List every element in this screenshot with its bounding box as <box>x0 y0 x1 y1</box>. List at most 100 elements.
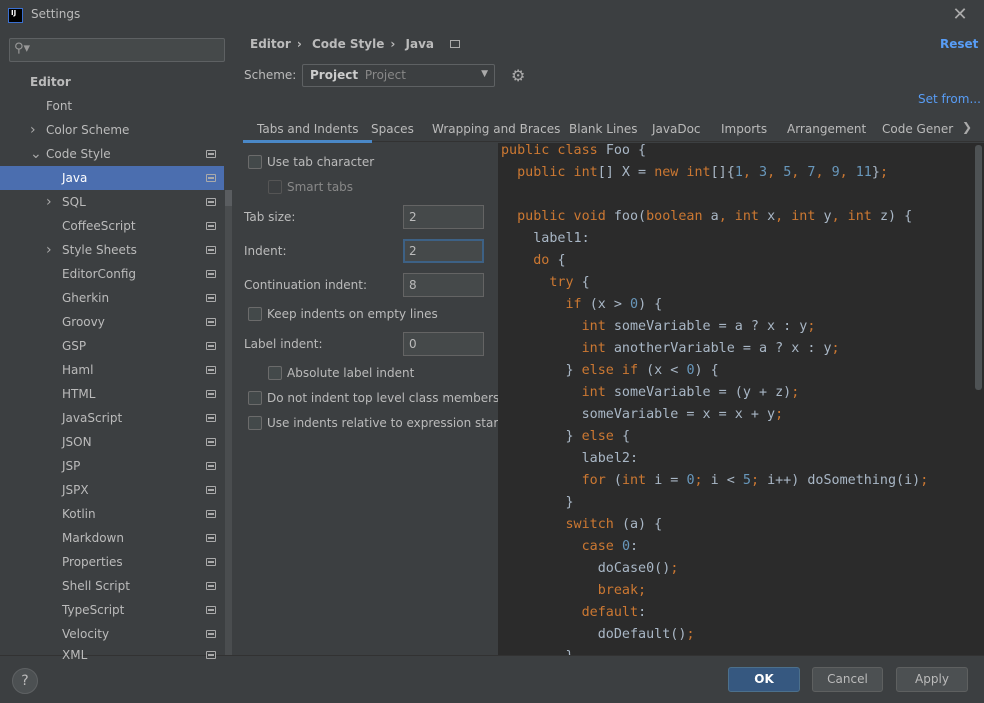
sidebar-item-json[interactable]: JSON <box>0 430 224 454</box>
code-token-number: 9 <box>831 165 840 180</box>
sidebar-scroll-thumb[interactable] <box>225 190 232 206</box>
code-token-number: 0 <box>686 473 695 488</box>
tab-javadoc[interactable]: JavaDoc <box>652 122 701 136</box>
sidebar-item-style-sheets[interactable]: › Style Sheets <box>0 238 224 262</box>
sidebar-item-label: Haml <box>62 363 94 377</box>
sidebar-item-javascript[interactable]: JavaScript <box>0 406 224 430</box>
label-indent-input[interactable]: 0 <box>403 332 484 356</box>
gear-icon[interactable]: ⚙ <box>511 66 525 85</box>
tab-blank-lines[interactable]: Blank Lines <box>569 122 638 136</box>
sidebar-item-code-style[interactable]: ⌄ Code Style <box>0 142 224 166</box>
ok-button[interactable]: OK <box>728 667 800 692</box>
scheme-dropdown[interactable]: Project Project ▼ <box>302 64 495 87</box>
chevron-down-icon[interactable]: ❯ <box>962 120 972 134</box>
project-scheme-icon <box>206 510 216 518</box>
no-indent-top-level-checkbox[interactable] <box>248 391 262 405</box>
tab-tabs-and-indents[interactable]: Tabs and Indents <box>242 122 374 143</box>
project-scheme-icon <box>206 534 216 542</box>
sidebar-item-java[interactable]: Java <box>0 166 224 190</box>
code-token-text: [] X = <box>597 165 655 180</box>
use-tab-character-checkbox[interactable] <box>248 155 262 169</box>
code-token-text: { <box>581 275 590 290</box>
sidebar-item-label: JSON <box>62 435 92 449</box>
search-input[interactable]: ⚲▾ <box>9 38 225 62</box>
breadcrumb-code-style[interactable]: Code Style <box>312 37 384 51</box>
apply-button[interactable]: Apply <box>896 667 968 692</box>
sidebar-item-editor[interactable]: Editor <box>0 70 224 94</box>
indent-input[interactable]: 2 <box>403 239 484 263</box>
code-line: label2: <box>501 451 638 473</box>
code-line: public class Foo { <box>501 143 646 165</box>
sidebar-item-kotlin[interactable]: Kotlin <box>0 502 224 526</box>
keep-indents-checkbox[interactable] <box>248 307 262 321</box>
sidebar-item-sql[interactable]: › SQL <box>0 190 224 214</box>
sidebar-item-gsp[interactable]: GSP <box>0 334 224 358</box>
tab-arrangement[interactable]: Arrangement <box>787 122 866 136</box>
sidebar-item-typescript[interactable]: TypeScript <box>0 598 224 622</box>
sidebar-item-shell-script[interactable]: Shell Script <box>0 574 224 598</box>
breadcrumb: Editor › Code Style › Java <box>250 37 466 51</box>
chevron-down-icon[interactable]: ⌄ <box>30 142 42 166</box>
code-token-text: i++) doSomething(i) <box>767 473 921 488</box>
chevron-right-icon[interactable]: › <box>30 118 36 142</box>
tab-wrapping-and-braces[interactable]: Wrapping and Braces <box>432 122 560 136</box>
tab-size-label: Tab size: <box>244 210 296 224</box>
tab-spaces[interactable]: Spaces <box>371 122 414 136</box>
sidebar-item-haml[interactable]: Haml <box>0 358 224 382</box>
sidebar-item-label: TypeScript <box>62 603 125 617</box>
sidebar-item-label: Java <box>62 171 88 185</box>
sidebar-scrollbar[interactable] <box>225 190 232 655</box>
absolute-label-indent-checkbox[interactable] <box>268 366 282 380</box>
code-token-keyword: public int <box>517 165 598 180</box>
sidebar-item-groovy[interactable]: Groovy <box>0 310 224 334</box>
dropdown-arrow-icon: ▼ <box>481 69 488 79</box>
code-token-text: : <box>630 539 639 554</box>
sidebar-item-label: Gherkin <box>62 291 110 305</box>
sidebar-item-jsp[interactable]: JSP <box>0 454 224 478</box>
code-token-keyword: , <box>815 165 832 180</box>
chevron-right-icon[interactable]: › <box>46 238 52 262</box>
set-from-link[interactable]: Set from... <box>918 92 981 106</box>
sidebar-item-jspx[interactable]: JSPX <box>0 478 224 502</box>
tab-size-input[interactable]: 2 <box>403 205 484 229</box>
cancel-button[interactable]: Cancel <box>812 667 883 692</box>
code-line: for (int i = 0; i < 5; i++) doSomething(… <box>501 473 929 495</box>
sidebar-item-label: Code Style <box>46 147 111 161</box>
close-icon[interactable]: ✕ <box>950 4 970 25</box>
smart-tabs-checkbox[interactable] <box>268 180 282 194</box>
help-button[interactable]: ? <box>12 668 38 694</box>
continuation-indent-input[interactable]: 8 <box>403 273 484 297</box>
project-scheme-icon <box>206 630 216 638</box>
sidebar-item-markdown[interactable]: Markdown <box>0 526 224 550</box>
scheme-type: Project <box>364 68 406 82</box>
sidebar-item-velocity[interactable]: Velocity <box>0 622 224 646</box>
project-scheme-icon <box>206 222 216 230</box>
code-token-text: x <box>767 209 776 224</box>
sidebar-item-html[interactable]: HTML <box>0 382 224 406</box>
sidebar-item-properties[interactable]: Properties <box>0 550 224 574</box>
code-token-text: ( <box>613 473 622 488</box>
relative-indents-checkbox[interactable] <box>248 416 262 430</box>
sidebar-item-coffeescript[interactable]: CoffeeScript <box>0 214 224 238</box>
tab-code-gener[interactable]: Code Gener <box>882 122 953 136</box>
sidebar-item-label: Kotlin <box>62 507 96 521</box>
sidebar-item-gherkin[interactable]: Gherkin <box>0 286 224 310</box>
scheme-label: Scheme: <box>244 68 297 82</box>
code-token-text: someVariable = a ? x : y <box>613 319 808 334</box>
code-line: default: <box>501 605 647 627</box>
code-line: } else { <box>501 429 630 451</box>
reset-link[interactable]: Reset <box>940 37 978 51</box>
chevron-right-icon[interactable]: › <box>46 190 52 214</box>
tab-imports[interactable]: Imports <box>721 122 767 136</box>
preview-scrollbar[interactable] <box>975 145 982 390</box>
sidebar-item-font[interactable]: Font <box>0 94 224 118</box>
sidebar-item-xml[interactable]: XML <box>0 648 224 662</box>
sidebar-item-color-scheme[interactable]: › Color Scheme <box>0 118 224 142</box>
sidebar-item-editorconfig[interactable]: EditorConfig <box>0 262 224 286</box>
breadcrumb-editor[interactable]: Editor <box>250 37 291 51</box>
project-scheme-icon <box>206 438 216 446</box>
absolute-label-indent-label: Absolute label indent <box>287 366 415 380</box>
sidebar-item-label: Color Scheme <box>46 123 130 137</box>
